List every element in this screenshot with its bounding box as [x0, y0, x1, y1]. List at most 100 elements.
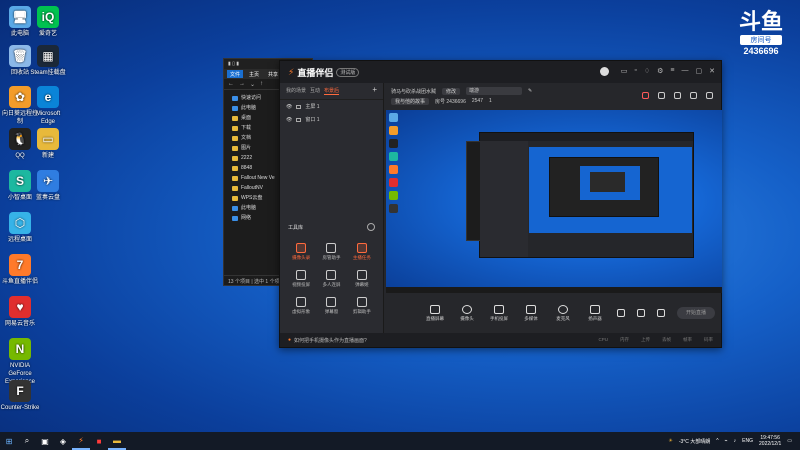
explorer-taskbar-icon[interactable]: ▬ [108, 432, 126, 450]
game-app-icon[interactable]: ◈ [54, 432, 72, 450]
tools-more-icon[interactable] [367, 223, 375, 231]
nav-label: 2222 [241, 155, 253, 161]
nav-label: Fallout New Ve [241, 175, 275, 181]
notification-icon[interactable]: ▭ [787, 438, 792, 444]
weather-text[interactable]: -3°C 大部晴朗 [679, 438, 710, 445]
add-scene-icon[interactable]: + [372, 86, 377, 95]
tool-item[interactable]: 摄像头录 [286, 243, 316, 261]
tool-item[interactable]: 剪辑助手 [347, 297, 377, 315]
start-button[interactable]: ⊞ [0, 432, 18, 450]
source-control-button[interactable]: 多媒体 [521, 304, 541, 322]
task-view-icon[interactable]: ▣ [36, 432, 54, 450]
source-control-button[interactable]: 直播屏幕 [425, 304, 445, 322]
app-titlebar[interactable]: ⚡ 直播伴侣 测试版 ▭ ▫ ♢ ⚙ ≡ — ▢ ✕ [280, 61, 721, 83]
folder-icon [232, 185, 238, 191]
windows-taskbar: ⊞ ⌕ ▣ ◈ ⚡ ■ ▬ ☀ -3°C 大部晴朗 ^ ⌁ ♪ ENG 19:4… [0, 432, 800, 450]
gift-icon[interactable] [642, 92, 649, 99]
desktop-icon[interactable]: ♥ 网易云音乐 [0, 296, 40, 328]
settings-icon[interactable]: ⚙ [657, 67, 663, 75]
clock[interactable]: 19:47:56 2022/12/1 [759, 435, 781, 447]
stream-preview[interactable] [386, 110, 722, 293]
douyu-logo: 斗鱼 [738, 10, 783, 35]
scene-item-1[interactable]: 👁 主屏 1 [280, 100, 383, 113]
streaming-app-window[interactable]: ⚡ 直播伴侣 测试版 ▭ ▫ ♢ ⚙ ≡ — ▢ ✕ 我的场景 互动 布景后 +… [279, 60, 722, 348]
folder-icon [232, 105, 238, 111]
edit-pencil-icon[interactable]: ✎ [528, 88, 532, 94]
recorder-taskbar-icon[interactable]: ■ [90, 432, 108, 450]
announcement-chip[interactable]: 我与他的故事 [391, 97, 430, 105]
source-control-button[interactable]: 摄像头 [457, 304, 477, 322]
tab-my-scenes[interactable]: 我的场景 [286, 87, 306, 95]
menu-icon[interactable]: ≡ [670, 67, 674, 75]
volume-icon[interactable]: ♪ [734, 438, 737, 444]
nav-label: 网络 [241, 215, 252, 221]
desktop-icon[interactable]: F Counter-Strike [0, 380, 40, 412]
gear-icon[interactable] [657, 309, 665, 317]
language-indicator[interactable]: ENG [742, 438, 753, 444]
lock-icon[interactable] [658, 92, 665, 99]
desktop-icon[interactable]: ⬡ 远程桌面 [0, 212, 40, 244]
tray-arrow-icon[interactable]: ^ [716, 438, 718, 444]
desktop-icon[interactable]: ▭ 新建 [28, 128, 68, 160]
tool-item[interactable]: 主播任务 [347, 243, 377, 261]
close-icon[interactable]: ✕ [709, 67, 715, 75]
eye-icon[interactable]: 👁 [286, 104, 292, 110]
skin-icon[interactable]: ♢ [644, 67, 650, 75]
tool-item[interactable]: 房管助手 [316, 243, 346, 261]
tool-item[interactable]: 弹幕窗 [316, 297, 346, 315]
tab-interact[interactable]: 互动 [310, 87, 320, 95]
tool-item[interactable]: 虚拟形象 [286, 297, 316, 315]
preview-icon [389, 165, 398, 174]
streaming-app-taskbar-icon[interactable]: ⚡ [72, 432, 90, 450]
category-field[interactable]: 端游 [466, 87, 523, 95]
mascot-icon[interactable] [600, 67, 609, 76]
edit-button[interactable]: 修改 [442, 87, 461, 95]
control-label: 多媒体 [524, 315, 538, 321]
tool-label: 摄像头录 [292, 255, 311, 260]
desktop-icon[interactable]: NNVIDIA GeForce Experience [0, 338, 40, 386]
tool-item[interactable]: 弹幕姬 [347, 270, 377, 288]
tool-label: 虚拟形象 [292, 309, 311, 314]
minimize-icon[interactable]: — [682, 67, 689, 75]
source-control-button[interactable]: 麦克风 [553, 304, 573, 322]
nested-app-2 [549, 157, 659, 217]
share-icon[interactable] [706, 92, 713, 99]
desktop-icon[interactable]: ▦ Steam挂载盘 [28, 45, 68, 77]
desktop-icon[interactable]: 7 斗鱼直播伴侣 [0, 254, 40, 286]
stat-item: CPU [598, 337, 608, 342]
notice-icon[interactable]: ▫ [634, 67, 636, 75]
tool-item[interactable]: 多人连屏 [316, 270, 346, 288]
maximize-icon[interactable]: ▢ [696, 67, 703, 75]
record-icon[interactable] [617, 309, 625, 317]
bell-icon[interactable] [690, 92, 697, 99]
tip-link[interactable]: 如何把手机摄像头作为直播画面? [294, 337, 367, 344]
desktop-icon[interactable]: e Microsoft Edge [28, 86, 68, 126]
forward-arrow-icon[interactable]: → [239, 81, 245, 87]
source-control-button[interactable]: 手机投屏 [489, 304, 509, 322]
start-live-button[interactable]: 开始直播 [677, 307, 715, 319]
preview-icon [389, 126, 398, 135]
ribbon-tab-file[interactable]: 文件 [227, 70, 244, 78]
message-icon[interactable]: ▭ [621, 67, 628, 75]
desktop-icon[interactable]: iQ 爱奇艺 [28, 6, 68, 38]
scene-item-2[interactable]: 👁 窗口 1 [280, 113, 383, 126]
tool-icon [326, 270, 337, 280]
up-arrow-icon[interactable]: ↑ [260, 81, 263, 87]
eye-settings-icon[interactable] [637, 309, 645, 317]
folder-icon [232, 215, 238, 221]
eye-icon[interactable]: 👁 [286, 117, 292, 123]
desktop-icon[interactable]: ✈ 蓝奏云盘 [28, 170, 68, 202]
search-icon[interactable]: ⌕ [18, 432, 36, 450]
network-icon[interactable]: ⌁ [725, 438, 728, 444]
ribbon-tab-home[interactable]: 主页 [246, 70, 262, 78]
folder-icon [232, 195, 238, 201]
down-chevron-icon[interactable]: ⌄ [250, 81, 255, 88]
tool-item[interactable]: 视频投屏 [286, 270, 316, 288]
room-info-header: 骑马与砍杀战团水贼 修改 端游 ✎ 我与他的故事 房号 2436696 2547… [385, 83, 721, 109]
tab-layout[interactable]: 布景后 [324, 87, 340, 95]
source-control-button[interactable]: 扬声器 [585, 304, 605, 322]
back-arrow-icon[interactable]: ← [228, 81, 234, 87]
app-icon: ▦ [37, 45, 59, 67]
calendar-icon[interactable] [674, 92, 681, 99]
desktop-icon-label: 斗鱼直播伴侣 [1, 279, 38, 285]
